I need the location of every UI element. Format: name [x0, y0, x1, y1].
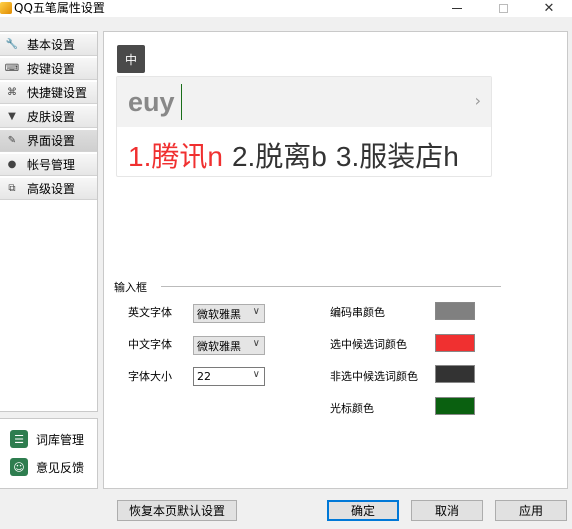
english-font-select[interactable]: 微软雅黑 ∨ [193, 304, 265, 323]
chinese-font-select[interactable]: 微软雅黑 ∨ [193, 336, 265, 355]
feedback-icon: ☺ [10, 458, 28, 476]
candidate-selected: 1.腾讯n [128, 141, 223, 172]
font-size-label: 字体大小 [128, 370, 172, 383]
candidate-list: 1.腾讯n 2.脱离b 3.服装店h [128, 135, 468, 175]
code-row: euy › [117, 77, 491, 127]
app-icon [0, 2, 12, 14]
input-mode-badge: 中 [117, 45, 145, 73]
chevron-down-icon: ∨ [252, 338, 260, 349]
window-title: QQ五笔属性设置 [14, 1, 105, 15]
feedback-link[interactable]: ☺ 意见反馈 [10, 458, 84, 476]
english-font-value: 微软雅黑 [197, 307, 241, 321]
apply-button[interactable]: 应用 [495, 500, 567, 521]
shortcut-icon: ⌘ [7, 86, 17, 98]
english-font-label: 英文字体 [128, 306, 172, 319]
sidebar-item-shortcuts[interactable]: ⌘ 快捷键设置 [0, 82, 97, 104]
candidate-preview: euy › 1.腾讯n 2.脱离b 3.服装店h [116, 76, 492, 177]
sidebar-item-interface[interactable]: ✎ 界面设置 [0, 130, 97, 152]
minimize-button[interactable] [434, 0, 480, 17]
sidebar-item-account[interactable]: ● 帐号管理 [0, 154, 97, 176]
cancel-button[interactable]: 取消 [411, 500, 483, 521]
sidebar-item-label: 界面设置 [27, 134, 76, 148]
dictionary-manager-label: 词库管理 [36, 432, 85, 447]
sidebar-item-label: 帐号管理 [27, 158, 76, 172]
sidebar-item-label: 快捷键设置 [27, 86, 88, 100]
chinese-font-label: 中文字体 [128, 338, 172, 351]
sidebar: 🔧 基本设置 ⌨ 按键设置 ⌘ 快捷键设置 ▼ 皮肤设置 ✎ 界面设置 ● 帐号… [0, 31, 98, 412]
user-icon: ● [7, 158, 17, 170]
code-string: euy [128, 87, 175, 117]
shirt-icon: ▼ [8, 110, 16, 122]
sidebar-item-label: 高级设置 [27, 182, 76, 196]
edit-icon: ✎ [7, 134, 17, 146]
code-color-swatch[interactable] [435, 302, 475, 320]
selected-color-label: 选中候选词颜色 [330, 338, 407, 351]
chevron-down-icon: ∨ [252, 306, 260, 317]
font-size-select[interactable]: 22 ∨ [193, 367, 265, 386]
dictionary-manager-link[interactable]: ☰ 词库管理 [10, 430, 84, 448]
code-color-label: 编码串颜色 [330, 306, 385, 319]
sidebar-item-keys[interactable]: ⌨ 按键设置 [0, 58, 97, 80]
chevron-down-icon: ∨ [252, 369, 260, 380]
sidebar-item-advanced[interactable]: ⧉ 高级设置 [0, 178, 97, 200]
title-bar: QQ五笔属性设置 ✕ [0, 0, 572, 17]
keyboard-icon: ⌨ [4, 62, 20, 74]
restore-defaults-button[interactable]: 恢复本页默认设置 [117, 500, 237, 521]
wrench-icon: 🔧 [5, 38, 19, 50]
sidebar-item-label: 皮肤设置 [27, 110, 76, 124]
maximize-button[interactable] [480, 0, 526, 17]
sidebar-bottom: ☰ 词库管理 ☺ 意见反馈 [0, 418, 98, 489]
dictionary-icon: ☰ [10, 430, 28, 448]
sidebar-item-skin[interactable]: ▼ 皮肤设置 [0, 106, 97, 128]
cursor-caret [181, 84, 182, 120]
font-size-value: 22 [197, 370, 211, 383]
unselected-color-swatch[interactable] [435, 365, 475, 383]
chevron-right-icon: › [474, 91, 481, 110]
unselected-color-label: 非选中候选词颜色 [330, 370, 418, 383]
sidebar-item-label: 基本设置 [27, 38, 76, 52]
section-divider [161, 286, 501, 287]
close-icon: ✕ [543, 1, 555, 16]
close-button[interactable]: ✕ [526, 0, 572, 17]
feedback-label: 意见反馈 [36, 460, 85, 475]
ok-button[interactable]: 确定 [327, 500, 399, 521]
candidate-item: 2.脱离b [231, 141, 327, 172]
cursor-color-swatch[interactable] [435, 397, 475, 415]
chinese-font-value: 微软雅黑 [197, 339, 241, 353]
copy-icon: ⧉ [8, 182, 16, 194]
cursor-color-label: 光标颜色 [330, 402, 374, 415]
sidebar-item-label: 按键设置 [27, 62, 76, 76]
section-title: 输入框 [114, 281, 147, 294]
candidate-item: 3.服装店h [335, 141, 459, 172]
selected-color-swatch[interactable] [435, 334, 475, 352]
sidebar-item-basic[interactable]: 🔧 基本设置 [0, 34, 97, 56]
main-panel: 中 euy › 1.腾讯n 2.脱离b 3.服装店h 输入框 英文字体 微软雅黑… [103, 31, 568, 489]
